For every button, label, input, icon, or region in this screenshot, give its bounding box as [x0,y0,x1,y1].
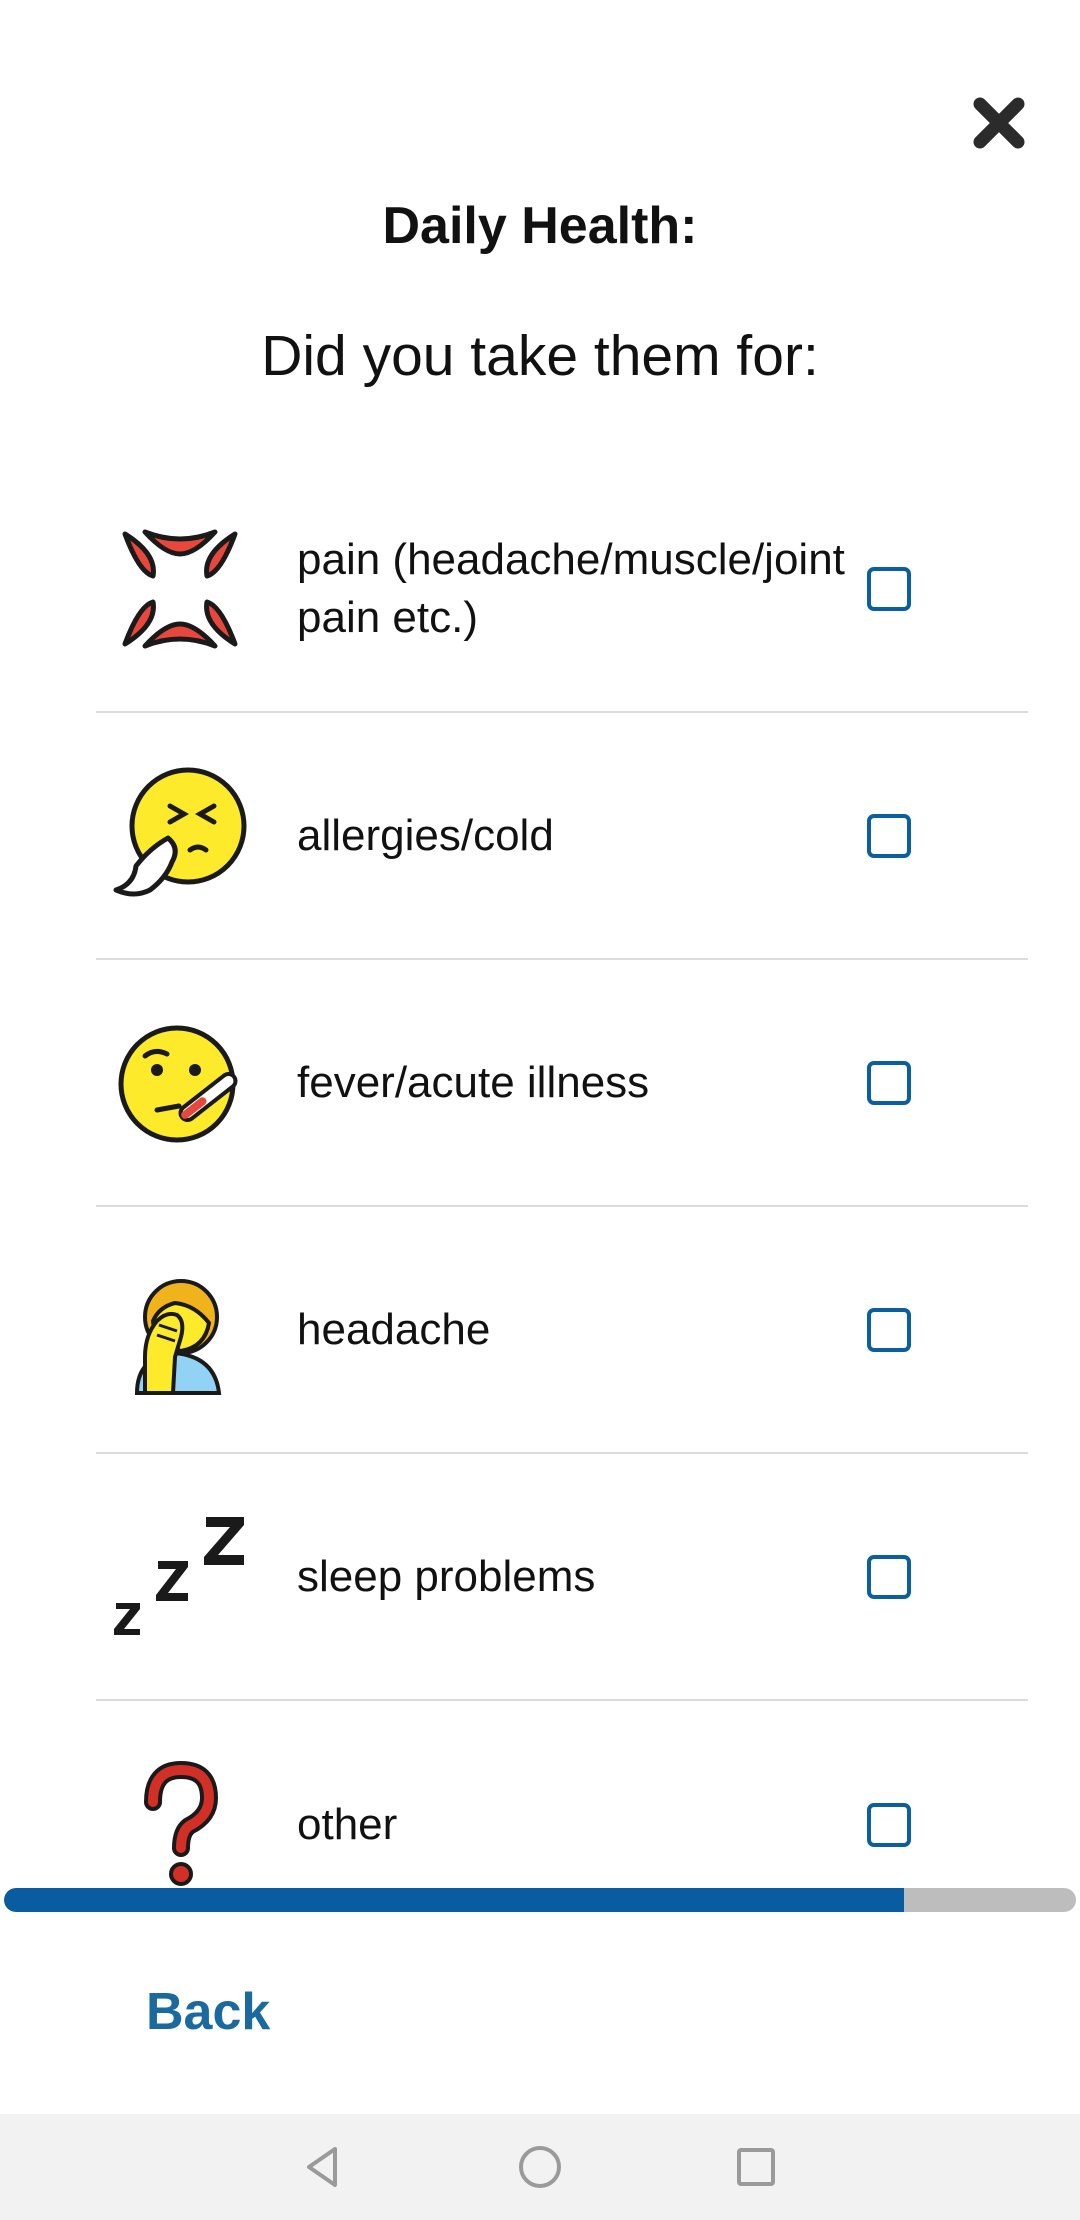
option-row-allergies[interactable]: allergies/cold [96,713,1028,960]
close-button[interactable] [968,92,1030,154]
option-label: fever/acute illness [297,1057,650,1107]
close-icon [973,97,1025,149]
option-label: headache [297,1304,491,1354]
option-label: other [297,1799,398,1849]
question-text: Did you take them for: [261,324,819,388]
system-nav-bar [0,2114,1080,2220]
option-checkbox[interactable] [867,1307,911,1352]
person-facepalming-icon [110,1260,250,1400]
option-label: pain (headache/muscle/joint pain etc.) [297,534,845,642]
option-row-headache[interactable]: headache [96,1207,1028,1454]
page-title: Daily Health: [382,197,698,255]
anger-symbol-icon [110,519,250,659]
face-with-thermometer-icon [110,1013,250,1153]
question-mark-icon [110,1755,250,1887]
options-list: pain (headache/muscle/joint pain etc.) a… [0,466,1080,1886]
option-row-sleep[interactable]: sleep problems [96,1454,1028,1701]
option-row-pain[interactable]: pain (headache/muscle/joint pain etc.) [96,466,1028,713]
nav-recents-icon [737,2148,775,2186]
nav-back-icon [307,2147,337,2187]
nav-home-icon [519,2146,561,2188]
zzz-icon [110,1507,250,1647]
nav-back-button[interactable] [293,2137,353,2197]
back-button[interactable]: Back [146,1978,270,2046]
progress-bar [4,1888,1076,1912]
option-checkbox[interactable] [867,566,911,611]
option-row-fever[interactable]: fever/acute illness [96,960,1028,1207]
nav-home-button[interactable] [510,2137,570,2197]
option-label: allergies/cold [297,810,554,860]
progress-bar-fill [4,1888,905,1912]
sneezing-face-icon [110,766,250,906]
nav-recents-button[interactable] [726,2137,786,2197]
option-label: sleep problems [297,1551,596,1601]
option-checkbox[interactable] [867,1060,911,1105]
option-row-other[interactable]: other [96,1701,1028,1886]
option-checkbox[interactable] [867,813,911,858]
option-checkbox[interactable] [867,1554,911,1599]
option-checkbox[interactable] [867,1802,911,1847]
